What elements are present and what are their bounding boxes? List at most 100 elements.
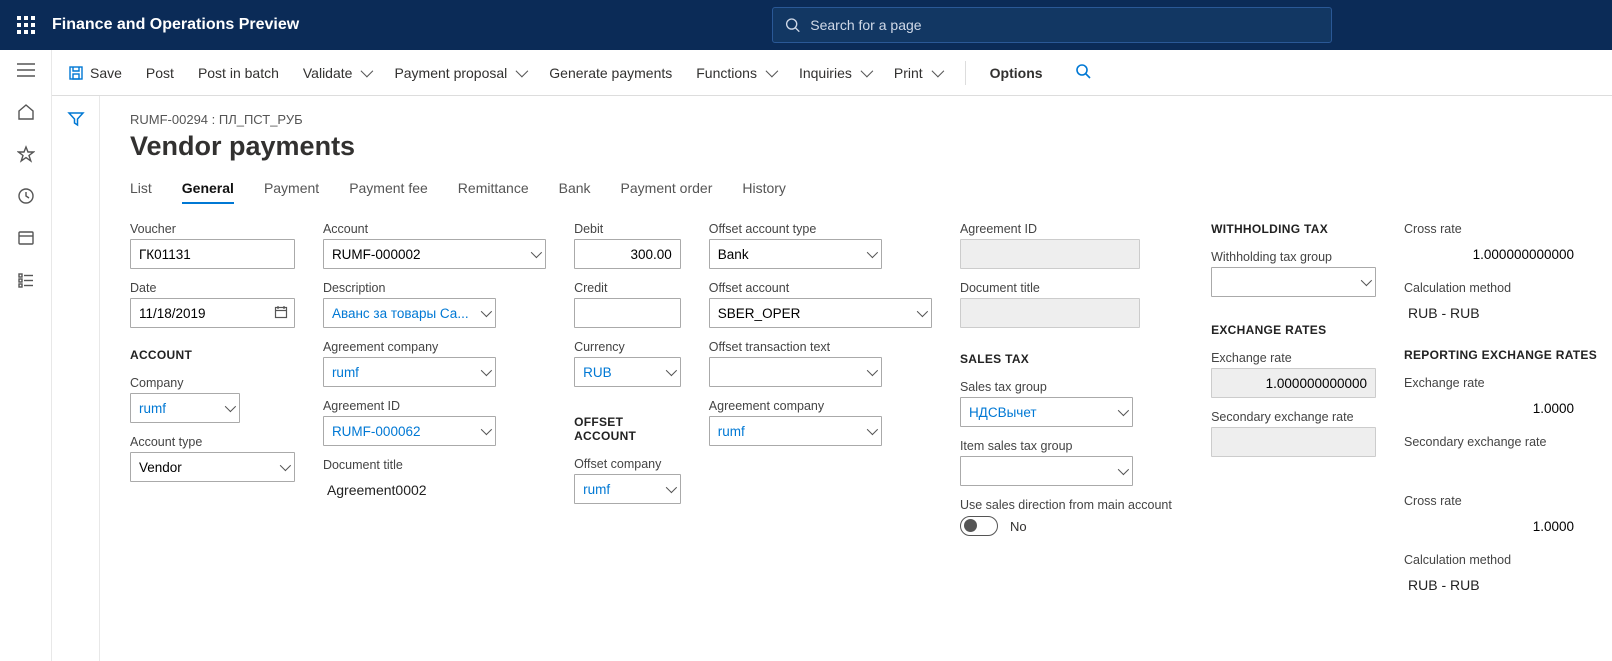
tab-payment-fee[interactable]: Payment fee (349, 180, 428, 204)
left-nav-rail (0, 50, 52, 661)
waffle-icon (17, 16, 35, 34)
agr-id-select[interactable] (323, 416, 496, 446)
generate-payments-button[interactable]: Generate payments (549, 65, 672, 81)
offset-txn-text-select[interactable] (709, 357, 882, 387)
tab-payment-order[interactable]: Payment order (621, 180, 713, 204)
search-icon (785, 17, 800, 33)
functions-dropdown[interactable]: Functions (696, 65, 775, 81)
use-sales-dir-toggle[interactable] (960, 516, 998, 536)
company-select[interactable] (130, 393, 240, 423)
tab-general[interactable]: General (182, 180, 234, 204)
agr-id-label: Agreement ID (323, 399, 546, 413)
secondary-rate-input[interactable] (1211, 427, 1376, 457)
section-reporting-exchange: REPORTING EXCHANGE RATES (1404, 348, 1582, 362)
page-body: RUMF-00294 : ПЛ_ПСТ_РУБ Vendor payments … (100, 96, 1612, 661)
agr-id2-input[interactable] (960, 239, 1140, 269)
rep-exchange-rate-label: Exchange rate (1404, 376, 1582, 390)
item-sales-tax-group-select[interactable] (960, 456, 1133, 486)
date-label: Date (130, 281, 295, 295)
global-search-input[interactable] (810, 17, 1319, 33)
offset-account-select[interactable] (709, 298, 932, 328)
doc-title2-label: Document title (960, 281, 1183, 295)
rep-cross-rate-input[interactable] (1404, 511, 1582, 541)
offset-company-label: Offset company (574, 457, 681, 471)
filter-rail (52, 96, 100, 661)
home-icon[interactable] (16, 102, 36, 122)
sales-tax-group-select[interactable] (960, 397, 1133, 427)
rep-calc-method-label: Calculation method (1404, 553, 1582, 567)
debit-label: Debit (574, 222, 681, 236)
tab-remittance[interactable]: Remittance (458, 180, 529, 204)
currency-label: Currency (574, 340, 681, 354)
post-button[interactable]: Post (146, 65, 174, 81)
detail-tabs: List General Payment Payment fee Remittance B… (130, 180, 1582, 204)
post-in-batch-button[interactable]: Post in batch (198, 65, 279, 81)
favorites-star-icon[interactable] (16, 144, 36, 164)
rep-secondary-rate-input[interactable] (1404, 452, 1582, 482)
modules-list-icon[interactable] (16, 270, 36, 290)
global-search[interactable] (772, 7, 1332, 43)
save-label: Save (90, 65, 122, 81)
withholding-group-label: Withholding tax group (1211, 250, 1376, 264)
tab-list[interactable]: List (130, 180, 152, 204)
section-sales-tax: SALES TAX (960, 352, 1183, 366)
section-exchange-rates: EXCHANGE RATES (1211, 323, 1376, 337)
rep-cross-rate-label: Cross rate (1404, 494, 1582, 508)
offset-agr-company-select[interactable] (709, 416, 882, 446)
funnel-filter-button[interactable] (67, 110, 85, 661)
description-label: Description (323, 281, 546, 295)
date-input[interactable] (130, 298, 295, 328)
rep-calc-method-value: RUB - RUB (1404, 570, 1582, 600)
filter-search-button[interactable] (1075, 63, 1091, 82)
options-button[interactable]: Options (990, 65, 1043, 81)
offset-account-label: Offset account (709, 281, 932, 295)
calc-method-value: RUB - RUB (1404, 298, 1582, 328)
print-dropdown[interactable]: Print (894, 65, 941, 81)
waffle-launcher[interactable] (0, 16, 52, 34)
agr-id2-label: Agreement ID (960, 222, 1183, 236)
offset-agr-company-label: Agreement company (709, 399, 932, 413)
account-label: Account (323, 222, 546, 236)
credit-input[interactable] (574, 298, 681, 328)
recent-clock-icon[interactable] (16, 186, 36, 206)
tab-bank[interactable]: Bank (559, 180, 591, 204)
hamburger-icon[interactable] (16, 60, 36, 80)
offset-account-type-select[interactable] (709, 239, 882, 269)
description-select[interactable] (323, 298, 496, 328)
offset-company-select[interactable] (574, 474, 681, 504)
validate-dropdown[interactable]: Validate (303, 65, 371, 81)
tab-payment[interactable]: Payment (264, 180, 319, 204)
search-icon (1075, 63, 1091, 79)
cross-rate-input[interactable] (1404, 239, 1582, 269)
top-navbar: Finance and Operations Preview (0, 0, 1612, 50)
rep-exchange-rate-input[interactable] (1404, 393, 1582, 423)
account-type-label: Account type (130, 435, 295, 449)
tab-history[interactable]: History (742, 180, 786, 204)
offset-txn-text-label: Offset transaction text (709, 340, 932, 354)
voucher-input[interactable] (130, 239, 295, 269)
debit-input[interactable] (574, 239, 681, 269)
agr-company-label: Agreement company (323, 340, 546, 354)
workspaces-icon[interactable] (16, 228, 36, 248)
secondary-rate-label: Secondary exchange rate (1211, 410, 1376, 424)
section-withholding: WITHHOLDING TAX (1211, 222, 1376, 236)
account-type-select[interactable] (130, 452, 295, 482)
action-pane: Save Post Post in batch Validate Payment… (52, 50, 1612, 96)
voucher-label: Voucher (130, 222, 295, 236)
payment-proposal-dropdown[interactable]: Payment proposal (394, 65, 525, 81)
breadcrumb: RUMF-00294 : ПЛ_ПСТ_РУБ (130, 112, 1582, 127)
currency-select[interactable] (574, 357, 681, 387)
calc-method-label: Calculation method (1404, 281, 1582, 295)
inquiries-dropdown[interactable]: Inquiries (799, 65, 870, 81)
withholding-group-select[interactable] (1211, 267, 1376, 297)
save-icon (68, 65, 84, 81)
agr-company-select[interactable] (323, 357, 496, 387)
save-button[interactable]: Save (68, 65, 122, 81)
exchange-rate-input[interactable] (1211, 368, 1376, 398)
action-separator (965, 61, 966, 85)
cross-rate-label: Cross rate (1404, 222, 1582, 236)
calendar-icon[interactable] (274, 305, 288, 322)
sales-tax-group-label: Sales tax group (960, 380, 1183, 394)
account-select[interactable] (323, 239, 546, 269)
use-sales-dir-label: Use sales direction from main account (960, 498, 1183, 512)
